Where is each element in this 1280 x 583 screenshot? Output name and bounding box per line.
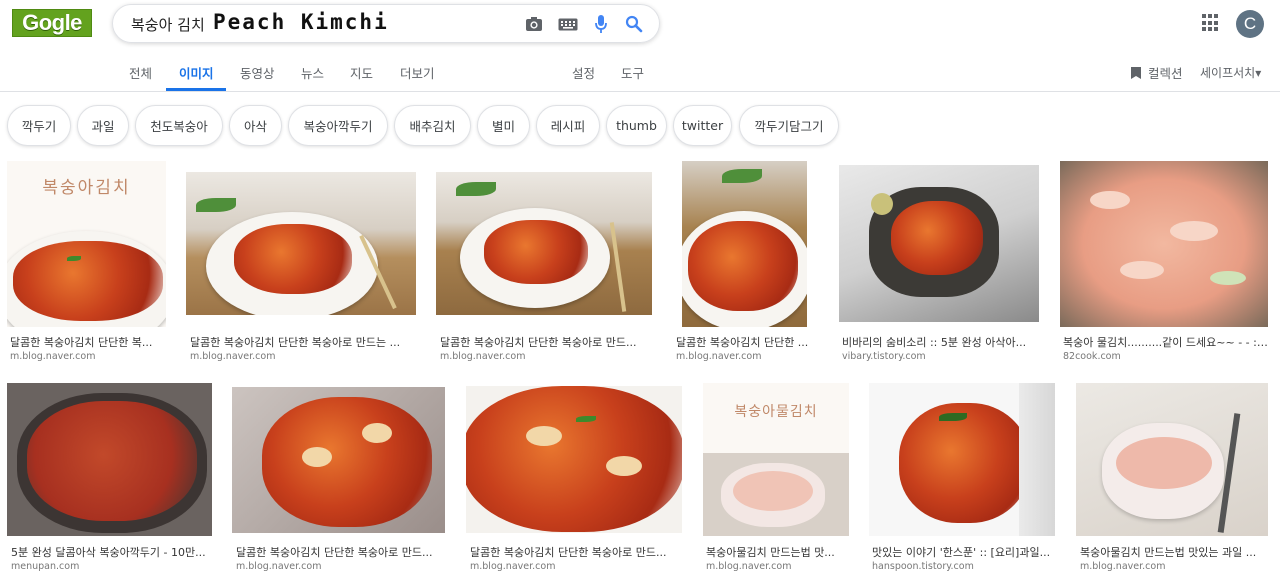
result-thumbnail[interactable] bbox=[869, 383, 1055, 536]
search-query-korean[interactable]: 복숭아 김치 bbox=[131, 14, 205, 35]
collection-label: 컬렉션 bbox=[1148, 66, 1183, 81]
result-caption[interactable]: 맛있는 이야기 '한스푼' :: [요리]과일... bbox=[872, 544, 1052, 560]
tab-videos[interactable]: 동영상 bbox=[240, 63, 275, 82]
chip-thumb[interactable]: thumb bbox=[606, 105, 667, 146]
logo-text: Gogle bbox=[22, 10, 82, 35]
result-caption[interactable]: 달콤한 복숭아김치 단단한 복숭아로 만드... bbox=[470, 544, 675, 560]
bookmark-icon bbox=[1131, 66, 1141, 79]
tab-tools[interactable]: 도구 bbox=[621, 63, 644, 82]
result-caption[interactable]: 복숭아물김치 만드는법 맛있는 과일 ... bbox=[1080, 544, 1265, 560]
result-source[interactable]: m.blog.naver.com bbox=[10, 351, 95, 362]
result-source[interactable]: m.blog.naver.com bbox=[440, 351, 525, 362]
result-source[interactable]: 82cook.com bbox=[1063, 351, 1121, 362]
tab-news[interactable]: 뉴스 bbox=[301, 63, 324, 82]
result-caption[interactable]: 복숭아물김치 만드는법 맛... bbox=[706, 544, 846, 560]
search-box[interactable]: 복숭아 김치 Peach Kimchi bbox=[112, 4, 660, 43]
result-thumbnail[interactable] bbox=[7, 383, 212, 536]
result-thumbnail[interactable] bbox=[232, 387, 445, 533]
result-source[interactable]: m.blog.naver.com bbox=[470, 561, 555, 572]
result-thumbnail[interactable] bbox=[682, 161, 807, 327]
avatar-letter: C bbox=[1243, 14, 1257, 33]
collection-link[interactable]: 컬렉션 bbox=[1130, 63, 1183, 82]
result-source[interactable]: m.blog.naver.com bbox=[676, 351, 761, 362]
result-caption[interactable]: 달콤한 복숭아김치 단단한 ... bbox=[676, 334, 812, 350]
result-thumbnail[interactable] bbox=[1076, 383, 1268, 536]
microphone-icon[interactable] bbox=[590, 13, 612, 35]
result-caption[interactable]: 달콤한 복숭아김치 단단한 복... bbox=[10, 334, 160, 350]
result-source[interactable]: m.blog.naver.com bbox=[236, 561, 321, 572]
logo[interactable]: Gogle bbox=[12, 9, 92, 37]
tab-settings[interactable]: 설정 bbox=[572, 63, 595, 82]
active-tab-indicator bbox=[166, 88, 226, 91]
tab-all[interactable]: 전체 bbox=[129, 63, 152, 82]
search-query-english[interactable]: Peach Kimchi bbox=[213, 10, 389, 34]
avatar[interactable]: C bbox=[1236, 10, 1264, 38]
tab-maps[interactable]: 지도 bbox=[350, 63, 373, 82]
result-source[interactable]: m.blog.naver.com bbox=[190, 351, 275, 362]
result-source[interactable]: m.blog.naver.com bbox=[706, 561, 791, 572]
chip-napa-kimchi[interactable]: 배추김치 bbox=[394, 105, 471, 146]
apps-grid-icon[interactable] bbox=[1202, 14, 1220, 32]
result-thumbnail[interactable] bbox=[466, 386, 682, 533]
chip-fruit[interactable]: 과일 bbox=[77, 105, 129, 146]
top-bar: Gogle 복숭아 김치 Peach Kimchi C 전체 이미지 동영상 뉴… bbox=[0, 0, 1280, 92]
result-thumbnail[interactable] bbox=[839, 165, 1039, 322]
thumbnail-overlay-text: 복숭아물김치 bbox=[734, 404, 818, 420]
safesearch-dropdown[interactable]: 세이프서치▾ bbox=[1200, 64, 1261, 81]
chip-kkakdugi[interactable]: 깍두기 bbox=[7, 105, 71, 146]
result-caption[interactable]: 복숭아 물김치..........같이 드세요~~ - - :::... bbox=[1063, 334, 1268, 350]
result-caption[interactable]: 달콤한 복숭아김치 단단한 복숭아로 만드... bbox=[440, 334, 645, 350]
keyboard-icon[interactable] bbox=[557, 13, 579, 35]
result-thumbnail[interactable] bbox=[436, 172, 652, 315]
chip-twitter[interactable]: twitter bbox=[673, 105, 732, 146]
chip-kkakdugi-making[interactable]: 깍두기담그기 bbox=[739, 105, 839, 146]
chip-delicacy[interactable]: 별미 bbox=[477, 105, 530, 146]
result-thumbnail[interactable] bbox=[186, 172, 416, 315]
chip-peach-kkakdugi[interactable]: 복숭아깍두기 bbox=[288, 105, 388, 146]
result-source[interactable]: menupan.com bbox=[11, 561, 79, 572]
result-thumbnail[interactable] bbox=[1060, 161, 1268, 327]
thumbnail-overlay-text: 복숭아김치 bbox=[42, 178, 131, 198]
result-caption[interactable]: 비바리의 숨비소리 :: 5분 완성 아삭아... bbox=[842, 334, 1032, 350]
result-caption[interactable]: 달콤한 복숭아김치 단단한 복숭아로 만드... bbox=[236, 544, 441, 560]
result-thumbnail[interactable]: 복숭아물김치 bbox=[703, 383, 849, 536]
chip-nectarine[interactable]: 천도복숭아 bbox=[135, 105, 223, 146]
result-caption[interactable]: 달콤한 복숭아김치 단단한 복숭아로 만드는 ... bbox=[190, 334, 405, 350]
tab-more[interactable]: 더보기 bbox=[400, 63, 435, 82]
search-icon[interactable] bbox=[623, 13, 645, 35]
result-source[interactable]: hanspoon.tistory.com bbox=[872, 561, 974, 572]
chip-recipe[interactable]: 레시피 bbox=[536, 105, 600, 146]
camera-icon[interactable] bbox=[523, 13, 545, 35]
tab-images[interactable]: 이미지 bbox=[179, 63, 214, 82]
result-caption[interactable]: 5분 완성 달콤아삭 복숭아깍두기 - 10만... bbox=[11, 544, 206, 560]
result-source[interactable]: vibary.tistory.com bbox=[842, 351, 926, 362]
result-source[interactable]: m.blog.naver.com bbox=[1080, 561, 1165, 572]
chip-crunchy[interactable]: 아삭 bbox=[229, 105, 282, 146]
result-thumbnail[interactable]: 복숭아김치 bbox=[7, 161, 166, 327]
